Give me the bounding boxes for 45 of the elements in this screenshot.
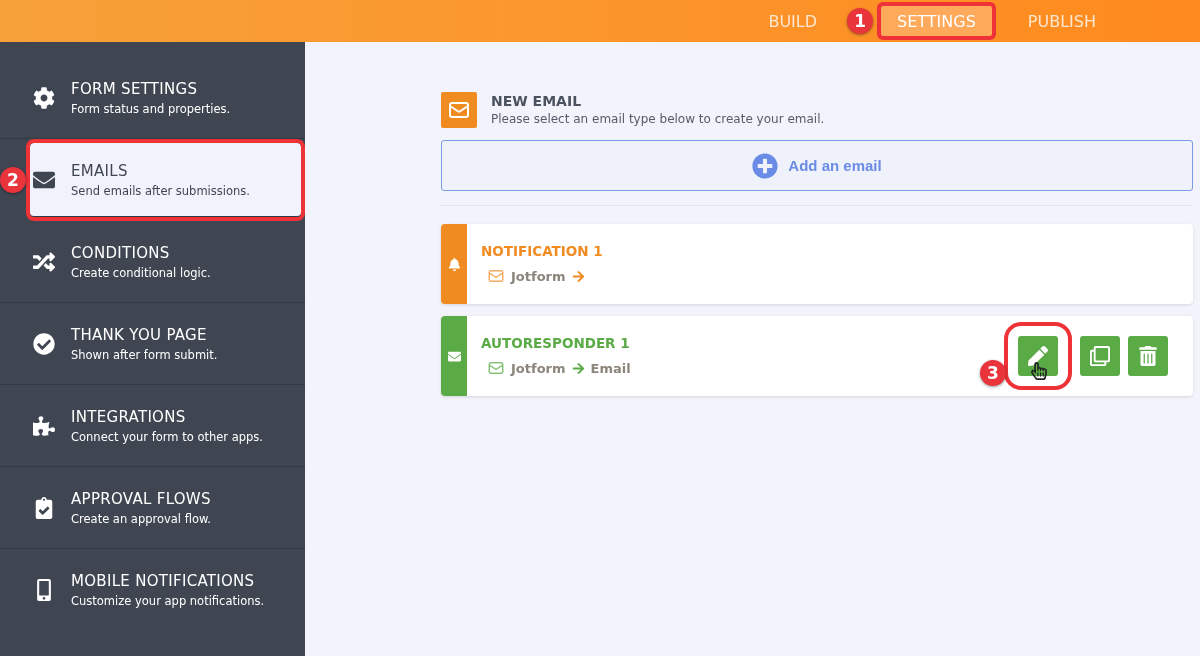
email-title: AUTORESPONDER 1 [481, 335, 631, 351]
envelope-icon [487, 267, 505, 285]
settings-icon [33, 86, 55, 109]
clipboard-check-icon [33, 496, 55, 519]
item-subtitle: Create an approval flow. [71, 511, 211, 526]
recipient-name: Email [590, 360, 631, 376]
step-badge: 2 [0, 167, 26, 193]
item-title: INTEGRATIONS [71, 407, 187, 426]
item-title: MOBILE NOTIFICATIONS [71, 571, 256, 590]
envelope-icon [447, 349, 461, 363]
envelope-icon [487, 359, 505, 377]
item-title: CONDITIONS [71, 243, 171, 262]
envelope-icon [441, 92, 477, 128]
pencil-icon [1028, 346, 1048, 366]
email-title: NOTIFICATION 1 [481, 243, 604, 259]
delete-button[interactable] [1128, 336, 1168, 376]
arrow-icon [571, 361, 585, 375]
sidebar-item[interactable]: MOBILE NOTIFICATIONS Customize your app notifications. [0, 549, 305, 631]
clone-button[interactable] [1080, 336, 1120, 376]
item-subtitle: Customize your app notifications. [71, 593, 265, 608]
item-title: APPROVAL FLOWS [71, 489, 211, 508]
item-subtitle: Form status and properties. [71, 101, 231, 116]
email-card[interactable]: NOTIFICATION 1 Jotform [441, 224, 1193, 304]
email-card[interactable]: AUTORESPONDER 1 Jotform Email 3 [441, 316, 1193, 396]
item-subtitle: Send emails after submissions. [71, 183, 250, 198]
sender-name: Jotform [511, 268, 566, 284]
item-title: THANK YOU PAGE [71, 325, 208, 344]
step-badge: 3 [980, 360, 1006, 386]
sender-name: Jotform [511, 360, 566, 376]
plus-icon [752, 152, 779, 179]
item-subtitle: Shown after form submit. [71, 347, 218, 362]
item-subtitle: Connect your form to other apps. [71, 429, 263, 444]
cursor-icon [1030, 362, 1048, 380]
step-badge: 1 [847, 8, 874, 34]
arrow-icon [571, 269, 585, 283]
puzzle-icon [33, 414, 55, 437]
item-title: EMAILS [71, 161, 129, 180]
bell-icon [447, 257, 461, 271]
section-description: Please select an email type below to create your email. [491, 112, 825, 126]
copy-icon [1090, 346, 1110, 366]
trash-icon [1138, 346, 1158, 366]
item-title: FORM SETTINGS [71, 79, 199, 98]
section-title: NEW EMAIL [491, 93, 583, 109]
item-subtitle: Create conditional logic. [71, 265, 211, 280]
shuffle-icon [33, 250, 55, 273]
